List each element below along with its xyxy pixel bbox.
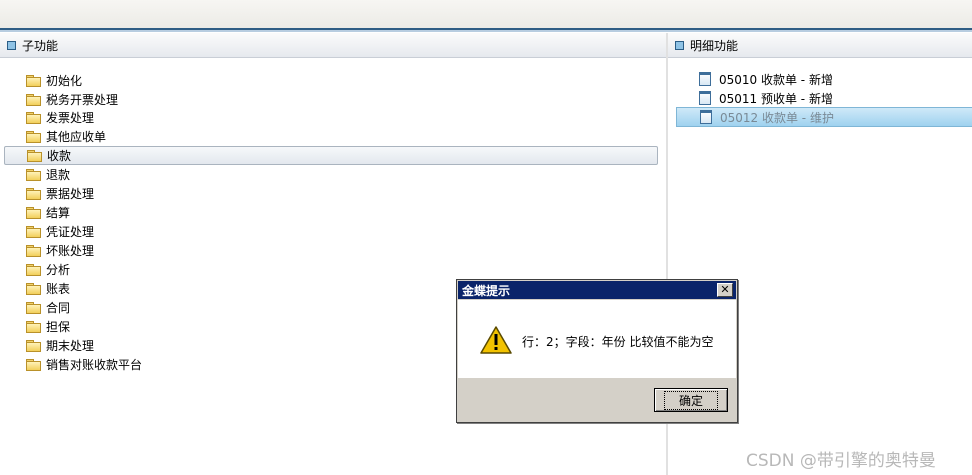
dialog-title: 金蝶提示 — [462, 283, 511, 298]
folder-icon — [26, 130, 41, 143]
tree-item-label: 坏账处理 — [46, 243, 95, 258]
document-icon — [699, 72, 711, 86]
right-panel-title: 明细功能 — [690, 38, 739, 53]
folder-icon — [26, 301, 41, 314]
folder-icon — [26, 225, 41, 238]
folder-icon — [26, 93, 41, 106]
kingdee-alert-dialog: 金蝶提示 ✕ 行：2；字段：年份 比较值不能为空 确定 — [456, 279, 738, 423]
right-panel-header: 明细功能 — [668, 33, 972, 58]
tree-item-label: 凭证处理 — [46, 224, 95, 239]
folder-icon — [26, 320, 41, 333]
detail-item-label: 05012 收款单 - 维护 — [720, 110, 834, 125]
detail-item-05012[interactable]: 05012 收款单 - 维护 — [676, 107, 972, 127]
folder-icon — [26, 358, 41, 371]
folder-icon — [26, 74, 41, 87]
tree-item-label: 其他应收单 — [46, 129, 107, 144]
tree-item-label: 初始化 — [46, 73, 83, 88]
panel-square-icon — [675, 40, 684, 50]
tree-item-label: 担保 — [46, 319, 71, 334]
tree-item-label: 结算 — [46, 205, 71, 220]
close-icon[interactable]: ✕ — [717, 283, 733, 297]
left-panel-header: 子功能 — [0, 33, 666, 58]
tree-item-invoice[interactable]: 发票处理 — [4, 108, 656, 126]
watermark: CSDN @带引擎的奥特曼 — [746, 451, 936, 471]
tree-item-label: 销售对账收款平台 — [46, 357, 143, 372]
tree-item-label: 退款 — [46, 167, 71, 182]
ok-button-label: 确定 — [663, 390, 718, 410]
warning-icon — [480, 326, 512, 354]
tree-item-init[interactable]: 初始化 — [4, 71, 656, 89]
detail-item-label: 05011 预收单 - 新增 — [719, 91, 833, 106]
tree-item-tax-invoice[interactable]: 税务开票处理 — [4, 90, 656, 108]
tree-item-voucher[interactable]: 凭证处理 — [4, 222, 656, 240]
folder-icon — [26, 168, 41, 181]
open-folder-icon — [27, 150, 42, 162]
document-icon — [699, 91, 711, 105]
panel-square-icon — [7, 40, 16, 50]
tree-item-label: 期末处理 — [46, 338, 95, 353]
folder-icon — [26, 244, 41, 257]
tree-item-label: 发票处理 — [46, 110, 95, 125]
ok-button[interactable]: 确定 — [654, 388, 728, 412]
folder-icon — [26, 282, 41, 295]
document-icon — [700, 110, 712, 124]
dialog-message: 行：2；字段：年份 比较值不能为空 — [522, 335, 714, 349]
tree-item-label: 账表 — [46, 281, 71, 296]
detail-item-05010[interactable]: 05010 收款单 - 新增 — [676, 70, 972, 88]
tree-item-label: 票据处理 — [46, 186, 95, 201]
tree-item-settlement[interactable]: 结算 — [4, 203, 656, 221]
tree-item-other-receivable[interactable]: 其他应收单 — [4, 127, 656, 145]
tree-item-bad-debt[interactable]: 坏账处理 — [4, 241, 656, 259]
left-panel-title: 子功能 — [22, 38, 59, 53]
tree-item-label: 合同 — [46, 300, 71, 315]
tree-item-label: 收款 — [47, 149, 72, 163]
tree-item-refund[interactable]: 退款 — [4, 165, 656, 183]
detail-item-label: 05010 收款单 - 新增 — [719, 72, 833, 87]
folder-icon — [26, 111, 41, 124]
top-toolbar — [0, 0, 972, 28]
dialog-title-bar[interactable]: 金蝶提示 ✕ — [458, 281, 736, 299]
tree-item-label: 税务开票处理 — [46, 92, 119, 107]
folder-icon — [26, 206, 41, 219]
tree-item-receipt[interactable]: 收款 — [4, 146, 658, 165]
tree-item-notes[interactable]: 票据处理 — [4, 184, 656, 202]
tree-item-label: 分析 — [46, 262, 71, 277]
folder-icon — [26, 187, 41, 200]
dialog-body: 行：2；字段：年份 比较值不能为空 — [458, 300, 736, 378]
folder-icon — [26, 263, 41, 276]
tree-item-analysis[interactable]: 分析 — [4, 260, 656, 278]
detail-item-05011[interactable]: 05011 预收单 - 新增 — [676, 89, 972, 107]
toolbar-divider-light — [0, 30, 972, 32]
folder-icon — [26, 339, 41, 352]
